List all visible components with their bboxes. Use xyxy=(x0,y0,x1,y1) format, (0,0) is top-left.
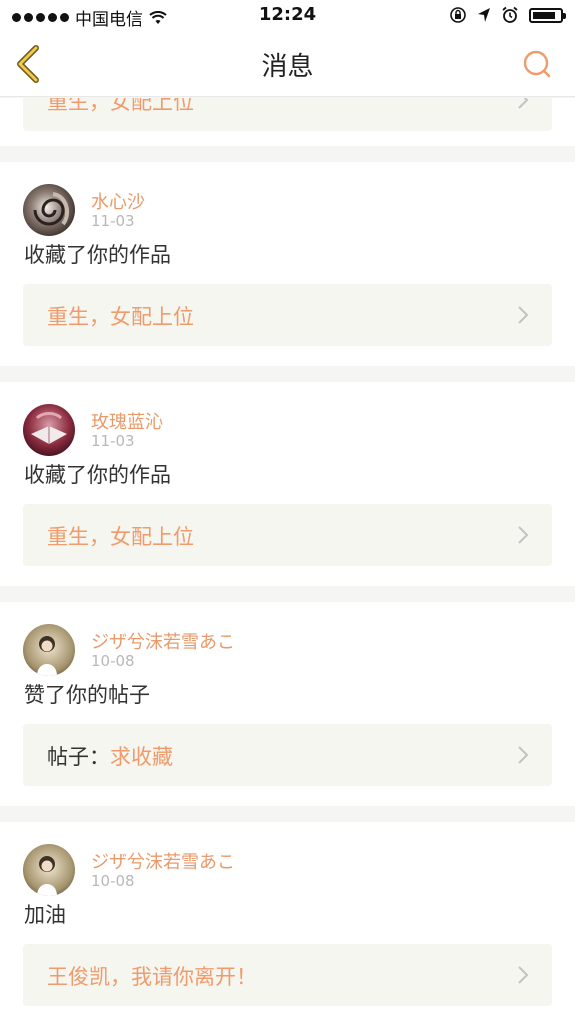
notification-header: ジザ兮沫若雪あこ 10-08 xyxy=(0,616,575,676)
page-title: 消息 xyxy=(261,52,314,82)
referenced-work-link[interactable]: 重生，女配上位 xyxy=(23,504,552,566)
referenced-work-link[interactable]: 重生，女配上位 xyxy=(23,284,552,346)
avatar[interactable] xyxy=(23,844,75,896)
referenced-post-title: 帖子：求收藏 xyxy=(47,745,173,769)
referenced-post-link[interactable]: 帖子：求收藏 xyxy=(23,724,552,786)
avatar[interactable] xyxy=(23,624,75,676)
location-arrow-icon xyxy=(478,8,490,22)
nav-bar: 消息 xyxy=(0,32,575,97)
notification-message: 赞了你的帖子 xyxy=(24,683,150,707)
referenced-work-title: 重生，女配上位 xyxy=(47,98,194,114)
avatar[interactable] xyxy=(23,184,75,236)
notification-message: 收藏了你的作品 xyxy=(24,463,171,487)
notification-message: 加油 xyxy=(24,903,66,927)
notification-card: ジザ兮沫若雪あこ 10-08 加油 王俊凯，我请你离开！ xyxy=(0,822,575,1026)
notification-card: ジザ兮沫若雪あこ 10-08 赞了你的帖子 帖子：求收藏 xyxy=(0,602,575,806)
notification-card: 水心沙 11-03 收藏了你的作品 重生，女配上位 xyxy=(0,162,575,366)
notification-card-partial: 重生，女配上位 xyxy=(0,98,575,146)
alarm-icon xyxy=(502,6,518,23)
chevron-right-icon xyxy=(518,306,528,324)
notification-header: ジザ兮沫若雪あこ 10-08 xyxy=(0,836,575,896)
chevron-right-icon xyxy=(518,98,528,109)
referenced-work-link[interactable]: 重生，女配上位 xyxy=(23,98,552,131)
notification-date: 11-03 xyxy=(91,212,135,230)
separator xyxy=(0,806,575,822)
chevron-right-icon xyxy=(518,966,528,984)
notification-date: 11-03 xyxy=(91,432,135,450)
status-right xyxy=(449,6,566,24)
notification-feed: 重生，女配上位 水心沙 11-03 收藏了你的作品 重生，女配上位 玫瑰蓝沁 1… xyxy=(0,98,575,1026)
notification-card: 玫瑰蓝沁 11-03 收藏了你的作品 重生，女配上位 xyxy=(0,382,575,586)
notification-date: 10-08 xyxy=(91,652,135,670)
notification-message: 收藏了你的作品 xyxy=(24,243,171,267)
referenced-work-title: 重生，女配上位 xyxy=(47,525,194,549)
avatar[interactable] xyxy=(23,404,75,456)
referenced-work-title: 重生，女配上位 xyxy=(47,305,194,329)
separator xyxy=(0,366,575,382)
chevron-right-icon xyxy=(518,526,528,544)
chevron-right-icon xyxy=(518,746,528,764)
notification-date: 10-08 xyxy=(91,872,135,890)
notification-header: 玫瑰蓝沁 11-03 xyxy=(0,396,575,456)
referenced-work-link[interactable]: 王俊凯，我请你离开！ xyxy=(23,944,552,1006)
referenced-work-title: 王俊凯，我请你离开！ xyxy=(47,965,257,989)
status-bar: 中国电信 12:24 xyxy=(0,0,575,32)
username[interactable]: 水心沙 xyxy=(91,188,145,214)
notification-header: 水心沙 11-03 xyxy=(0,176,575,236)
username[interactable]: ジザ兮沫若雪あこ xyxy=(91,848,235,874)
username[interactable]: ジザ兮沫若雪あこ xyxy=(91,628,235,654)
orientation-lock-icon xyxy=(450,7,466,23)
separator xyxy=(0,586,575,602)
battery-icon xyxy=(529,7,566,23)
search-icon[interactable] xyxy=(521,48,553,80)
separator xyxy=(0,146,575,162)
username[interactable]: 玫瑰蓝沁 xyxy=(91,408,163,434)
